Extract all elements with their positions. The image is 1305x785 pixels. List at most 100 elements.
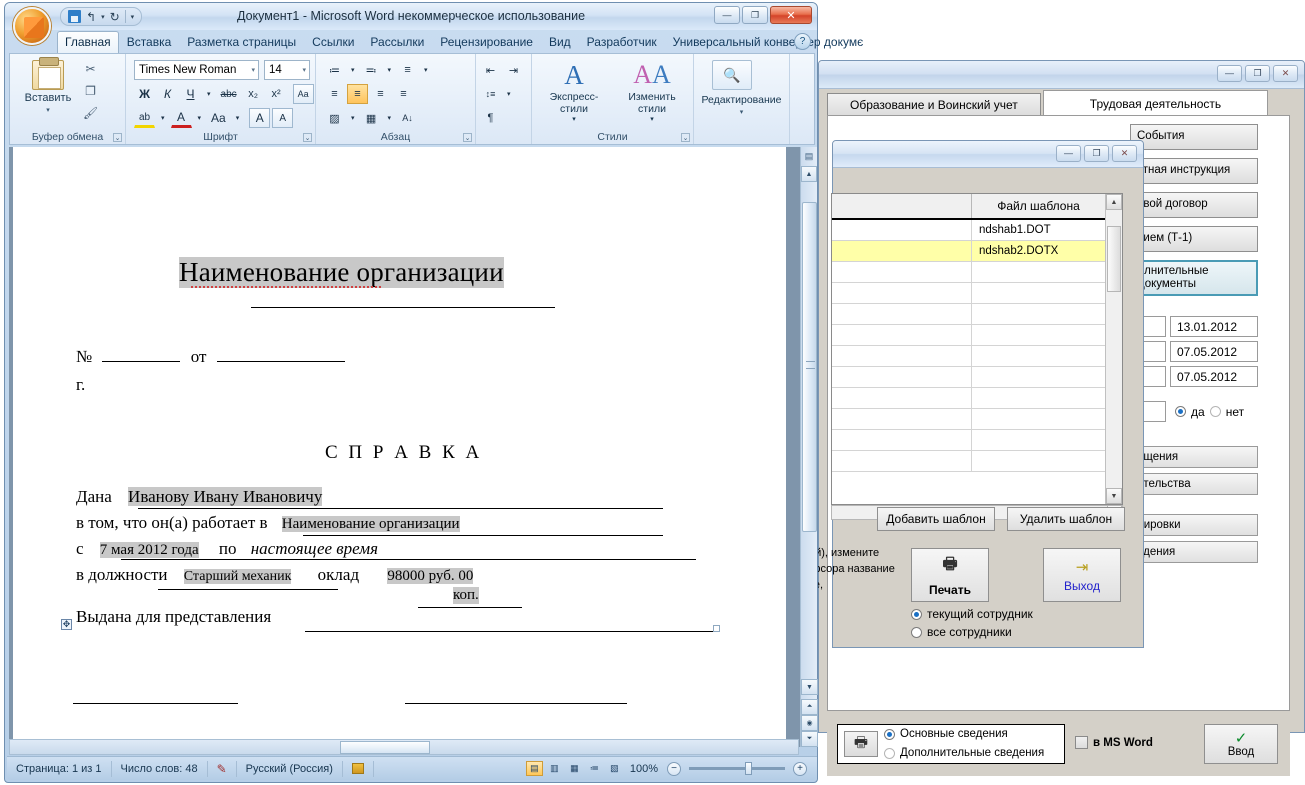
document-page[interactable]: Наименование организации № от г. С П Р А… (13, 147, 786, 747)
underline-dropdown-icon[interactable]: ▾ (203, 84, 215, 104)
print-button[interactable]: 🖶 Печать (911, 548, 989, 602)
borders-dropdown-icon[interactable]: ▾ (384, 108, 396, 128)
styles-dialog-launcher[interactable]: ⌄ (681, 133, 690, 142)
tab-review[interactable]: Рецензирование (432, 31, 541, 53)
tab-universal-converter[interactable]: Универсальный конвертер докумє (665, 31, 872, 53)
previous-page-icon[interactable]: ⏶ (801, 699, 818, 715)
table-row[interactable] (832, 262, 1105, 283)
view-web-layout-icon[interactable]: ▦ (566, 761, 583, 776)
tab-developer[interactable]: Разработчик (579, 31, 665, 53)
radio-current-employee[interactable] (911, 608, 922, 620)
template-close-button[interactable]: ✕ (1112, 145, 1137, 162)
table-row[interactable]: ndshab1.DOT (832, 220, 1105, 241)
text-highlight-icon[interactable]: ab (134, 108, 155, 128)
tab-references[interactable]: Ссылки (304, 31, 362, 53)
side-button-additional-documents[interactable]: олнительные документы (1130, 260, 1258, 297)
template-maximize-button[interactable]: ❐ (1084, 145, 1109, 162)
scroll-down-icon[interactable]: ▼ (801, 679, 818, 695)
borders-icon[interactable]: ▦ (361, 108, 382, 128)
change-styles-button[interactable]: AA Изменить стили ▾ (616, 60, 688, 124)
table-row[interactable] (832, 346, 1105, 367)
undo-icon[interactable]: ↰ (86, 10, 96, 24)
clear-formatting-button[interactable]: Aa (292, 84, 314, 104)
copy-icon[interactable]: ❐ (82, 82, 99, 99)
radio-all-employees-row[interactable]: все сотрудники (911, 625, 1012, 639)
quick-styles-button[interactable]: A Экспресс-стили ▾ (538, 60, 610, 124)
shading-dropdown-icon[interactable]: ▾ (347, 108, 359, 128)
ms-word-checkbox-group[interactable]: в MS Word (1075, 736, 1153, 749)
tab-page-layout[interactable]: Разметка страницы (179, 31, 304, 53)
bullets-dropdown-icon[interactable]: ▾ (347, 60, 359, 80)
printer-icon[interactable]: 🖶 (844, 731, 878, 757)
macro-icon[interactable] (343, 760, 374, 777)
delete-template-button[interactable]: Удалить шаблон (1007, 507, 1125, 531)
quick-styles-dropdown-icon[interactable]: ▾ (572, 116, 576, 124)
table-row[interactable] (832, 388, 1105, 409)
undo-dropdown-icon[interactable]: ▾ (101, 13, 105, 21)
font-name-dropdown-icon[interactable]: ▾ (251, 66, 255, 74)
tab-education-military[interactable]: Образование и Воинский учет (827, 93, 1041, 116)
table-row[interactable] (832, 409, 1105, 430)
grow-font-button[interactable]: A (249, 108, 271, 128)
office-button[interactable] (13, 7, 51, 45)
numbering-button[interactable]: ≕ (361, 60, 382, 80)
spellcheck-icon[interactable]: ✎ (208, 760, 237, 777)
word-maximize-button[interactable]: ❐ (742, 6, 768, 24)
side-button-hire-t1[interactable]: рием (Т-1) (1130, 226, 1258, 252)
table-row[interactable] (832, 430, 1105, 451)
redo-icon[interactable]: ↻ (110, 10, 120, 24)
strikethrough-button[interactable]: abc (217, 84, 241, 104)
clipboard-dialog-launcher[interactable]: ⌄ (113, 133, 122, 142)
font-size-dropdown-icon[interactable]: ▾ (302, 66, 306, 74)
highlight-dropdown-icon[interactable]: ▾ (157, 108, 169, 128)
select-browse-object-icon[interactable]: ◉ (801, 715, 818, 731)
change-styles-dropdown-icon[interactable]: ▾ (650, 116, 654, 124)
zoom-out-button[interactable]: − (667, 761, 681, 776)
view-outline-icon[interactable]: ≔ (586, 761, 603, 776)
multilevel-dropdown-icon[interactable]: ▾ (420, 60, 432, 80)
status-word-count[interactable]: Число слов: 48 (112, 760, 208, 777)
save-icon[interactable] (68, 10, 81, 23)
multilevel-list-button[interactable]: ≡ (397, 60, 418, 80)
template-minimize-button[interactable]: — (1056, 145, 1081, 162)
vscroll-thumb[interactable] (802, 202, 817, 532)
tab-insert[interactable]: Вставка (119, 31, 180, 53)
radio-extra-info[interactable] (884, 747, 895, 759)
bold-button[interactable]: Ж (134, 84, 155, 104)
tab-home[interactable]: Главная (57, 31, 119, 53)
paste-dropdown-icon[interactable]: ▾ (46, 106, 50, 114)
status-language[interactable]: Русский (Россия) (237, 760, 343, 777)
superscript-button[interactable]: x² (266, 84, 287, 104)
radio-current-employee-row[interactable]: текущий сотрудник (911, 607, 1033, 621)
format-painter-icon[interactable]: 🖌 (82, 104, 99, 121)
bullets-button[interactable]: ≔ (324, 60, 345, 80)
table-row[interactable] (832, 367, 1105, 388)
view-draft-icon[interactable]: ▧ (606, 761, 623, 776)
customize-qat-icon[interactable]: ▾ (131, 13, 135, 21)
table-row[interactable]: ndshab2.DOTX (832, 241, 1105, 262)
hr-maximize-button[interactable]: ❐ (1245, 65, 1270, 82)
subscript-button[interactable]: x₂ (243, 84, 264, 104)
split-view-icon[interactable]: ▤ (801, 147, 817, 166)
status-page[interactable]: Страница: 1 из 1 (7, 760, 112, 777)
line-spacing-button[interactable]: ↕≡ (480, 84, 501, 104)
hr-minimize-button[interactable]: — (1217, 65, 1242, 82)
date-value-2[interactable]: 07.05.2012 (1170, 341, 1258, 363)
next-page-icon[interactable]: ⏷ (801, 731, 818, 747)
date-value-3[interactable]: 07.05.2012 (1170, 366, 1258, 388)
zoom-slider-knob[interactable] (745, 762, 752, 775)
radio-no[interactable] (1209, 406, 1221, 418)
increase-indent-button[interactable]: ⇥ (503, 60, 524, 80)
italic-button[interactable]: К (157, 84, 178, 104)
radio-all-employees[interactable] (911, 626, 922, 638)
scroll-down-icon[interactable]: ▼ (1106, 488, 1122, 504)
editing-icon[interactable]: 🔍 (712, 60, 752, 90)
scroll-thumb[interactable] (1107, 226, 1121, 292)
document-hscrollbar[interactable] (9, 739, 799, 755)
field-button-codes[interactable]: дировки (1130, 514, 1258, 537)
editing-dropdown-icon[interactable]: ▾ (694, 108, 789, 116)
radio-main-info[interactable] (884, 729, 895, 741)
zoom-slider[interactable] (689, 762, 785, 775)
side-button-events[interactable]: События (1130, 124, 1258, 150)
shading-icon[interactable]: ▨ (324, 108, 345, 128)
